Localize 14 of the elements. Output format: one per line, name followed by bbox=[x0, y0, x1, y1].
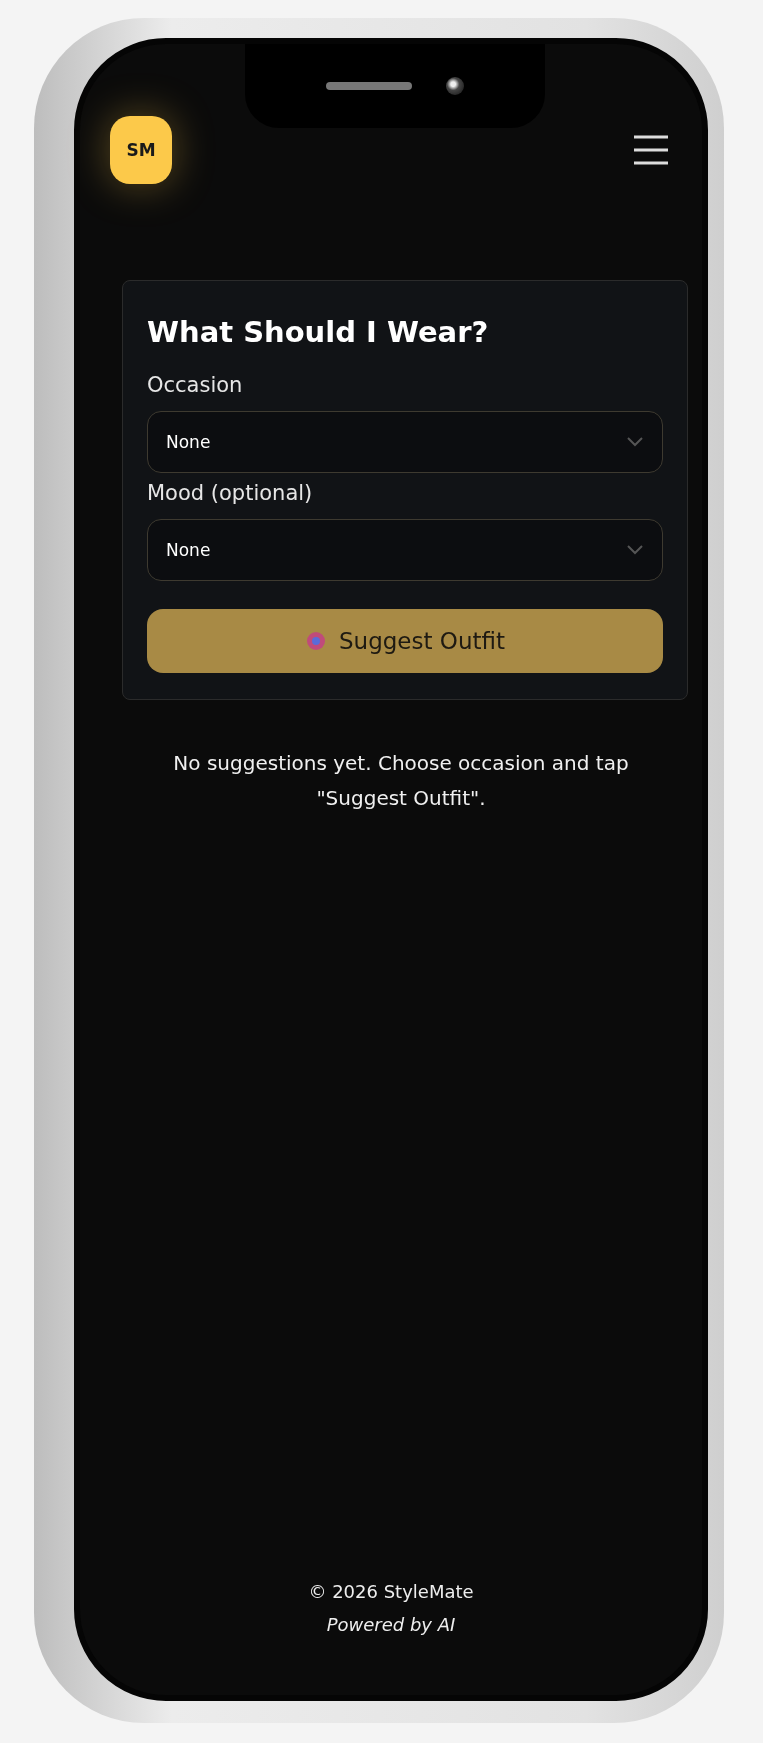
suggest-button[interactable]: Suggest Outfit bbox=[147, 609, 663, 673]
field-label: Occasion bbox=[147, 373, 244, 397]
empty-message: No suggestions yet. Choose occasion and tap "Suggest Outfit". bbox=[172, 750, 630, 812]
chevron-down-icon bbox=[626, 436, 644, 448]
menu-icon[interactable] bbox=[632, 134, 670, 166]
field-label: Mood (optional) bbox=[147, 481, 314, 505]
tagline-text: Powered by AI bbox=[326, 1614, 456, 1635]
chevron-down-icon bbox=[626, 544, 644, 556]
select-field[interactable]: None bbox=[147, 519, 663, 581]
app-logo[interactable]: SM bbox=[110, 116, 172, 184]
select-field[interactable]: None bbox=[147, 411, 663, 473]
copyright-text: © 2026 StyleMate bbox=[308, 1581, 474, 1602]
card-title: What Should I Wear? bbox=[147, 315, 490, 349]
camera-icon bbox=[446, 77, 464, 95]
